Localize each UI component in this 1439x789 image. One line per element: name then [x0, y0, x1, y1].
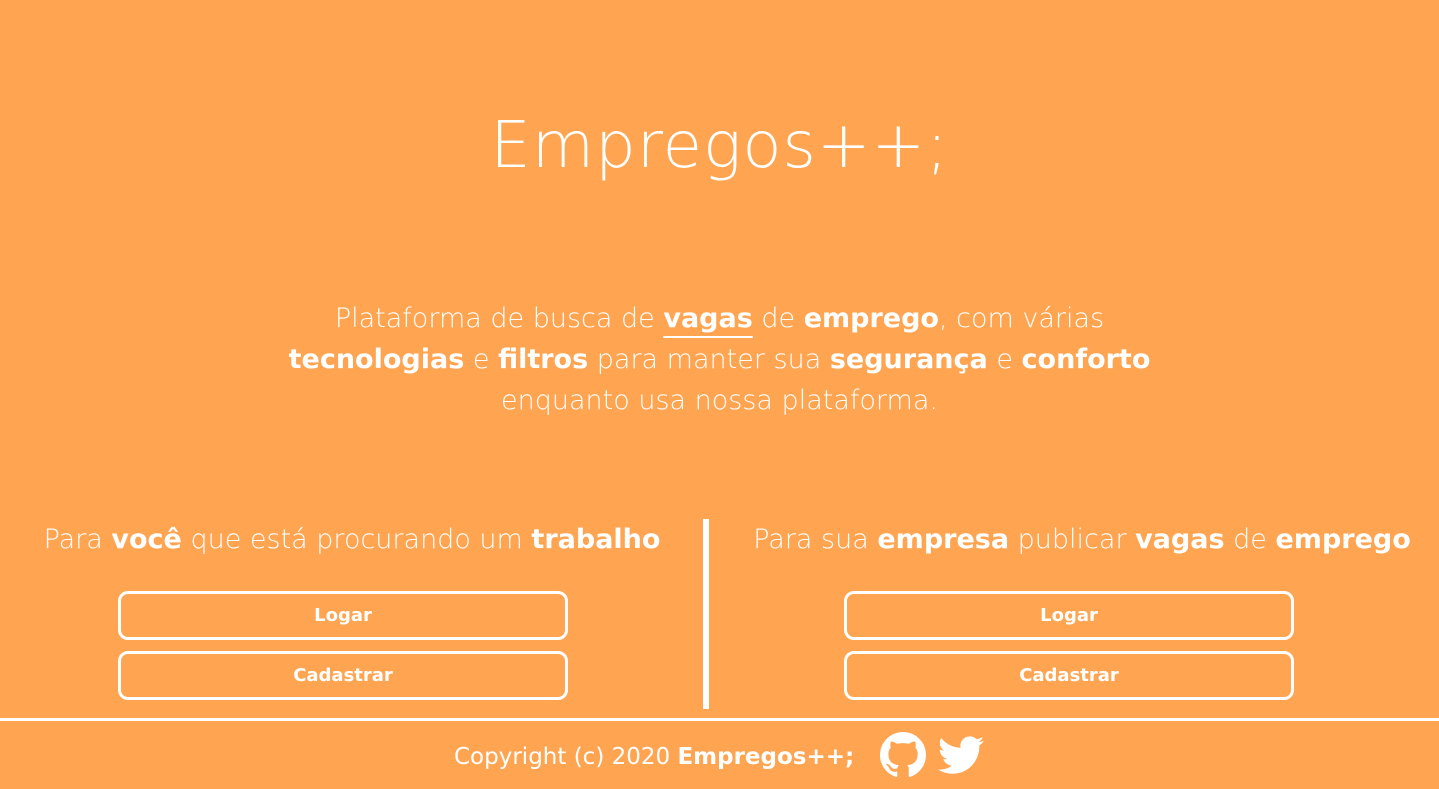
- tagline-text: Plataforma de busca de: [334, 303, 664, 334]
- tagline-text: para manter sua: [588, 344, 830, 375]
- tagline-text: e: [987, 344, 1022, 375]
- candidate-login-button[interactable]: Logar: [118, 591, 568, 640]
- heading-vagas: vagas: [1135, 524, 1225, 555]
- company-section: Para sua empresa publicar vagas de empre…: [730, 520, 1434, 700]
- tagline-text: de: [752, 303, 804, 334]
- tagline-tecnologias: tecnologias: [288, 344, 465, 375]
- heading-trabalho: trabalho: [531, 524, 661, 555]
- tagline-vagas-link[interactable]: vagas: [663, 303, 752, 334]
- twitter-icon[interactable]: [938, 732, 984, 778]
- candidate-section: Para você que está procurando um trabalh…: [0, 520, 704, 700]
- heading-empresa: empresa: [877, 524, 1010, 555]
- tagline-conforto: conforto: [1021, 344, 1151, 375]
- tagline-seguranca: segurança: [829, 344, 988, 375]
- tagline-text: enquanto usa nossa plataforma.: [501, 385, 938, 416]
- tagline-text: , com várias: [938, 303, 1105, 334]
- candidate-signup-button[interactable]: Cadastrar: [118, 651, 568, 700]
- tagline-text: e: [464, 344, 499, 375]
- heading-text: publicar: [1009, 524, 1136, 555]
- heading-text: de: [1224, 524, 1276, 555]
- heading-text: Para: [43, 524, 112, 555]
- company-login-button[interactable]: Logar: [844, 591, 1294, 640]
- heading-voce: você: [111, 524, 182, 555]
- copyright-brand: Empregos++;: [677, 744, 855, 770]
- section-divider: [703, 519, 709, 709]
- page-title: Empregos++;: [490, 109, 949, 183]
- copyright-text: Copyright (c) 2020 Empregos++;: [454, 743, 854, 771]
- heading-text: que está procurando um: [181, 524, 532, 555]
- tagline: Plataforma de busca de vagas de emprego,…: [0, 298, 1439, 421]
- candidate-heading: Para você que está procurando um trabalh…: [0, 520, 704, 560]
- company-heading: Para sua empresa publicar vagas de empre…: [730, 520, 1434, 560]
- tagline-filtros: filtros: [498, 344, 589, 375]
- heading-text: Para sua: [753, 524, 878, 555]
- heading-emprego: emprego: [1275, 524, 1411, 555]
- github-icon[interactable]: [880, 732, 926, 778]
- footer: Copyright (c) 2020 Empregos++;: [0, 721, 1439, 789]
- company-signup-button[interactable]: Cadastrar: [844, 651, 1294, 700]
- copyright-prefix: Copyright (c) 2020: [454, 744, 678, 770]
- tagline-emprego: emprego: [803, 303, 939, 334]
